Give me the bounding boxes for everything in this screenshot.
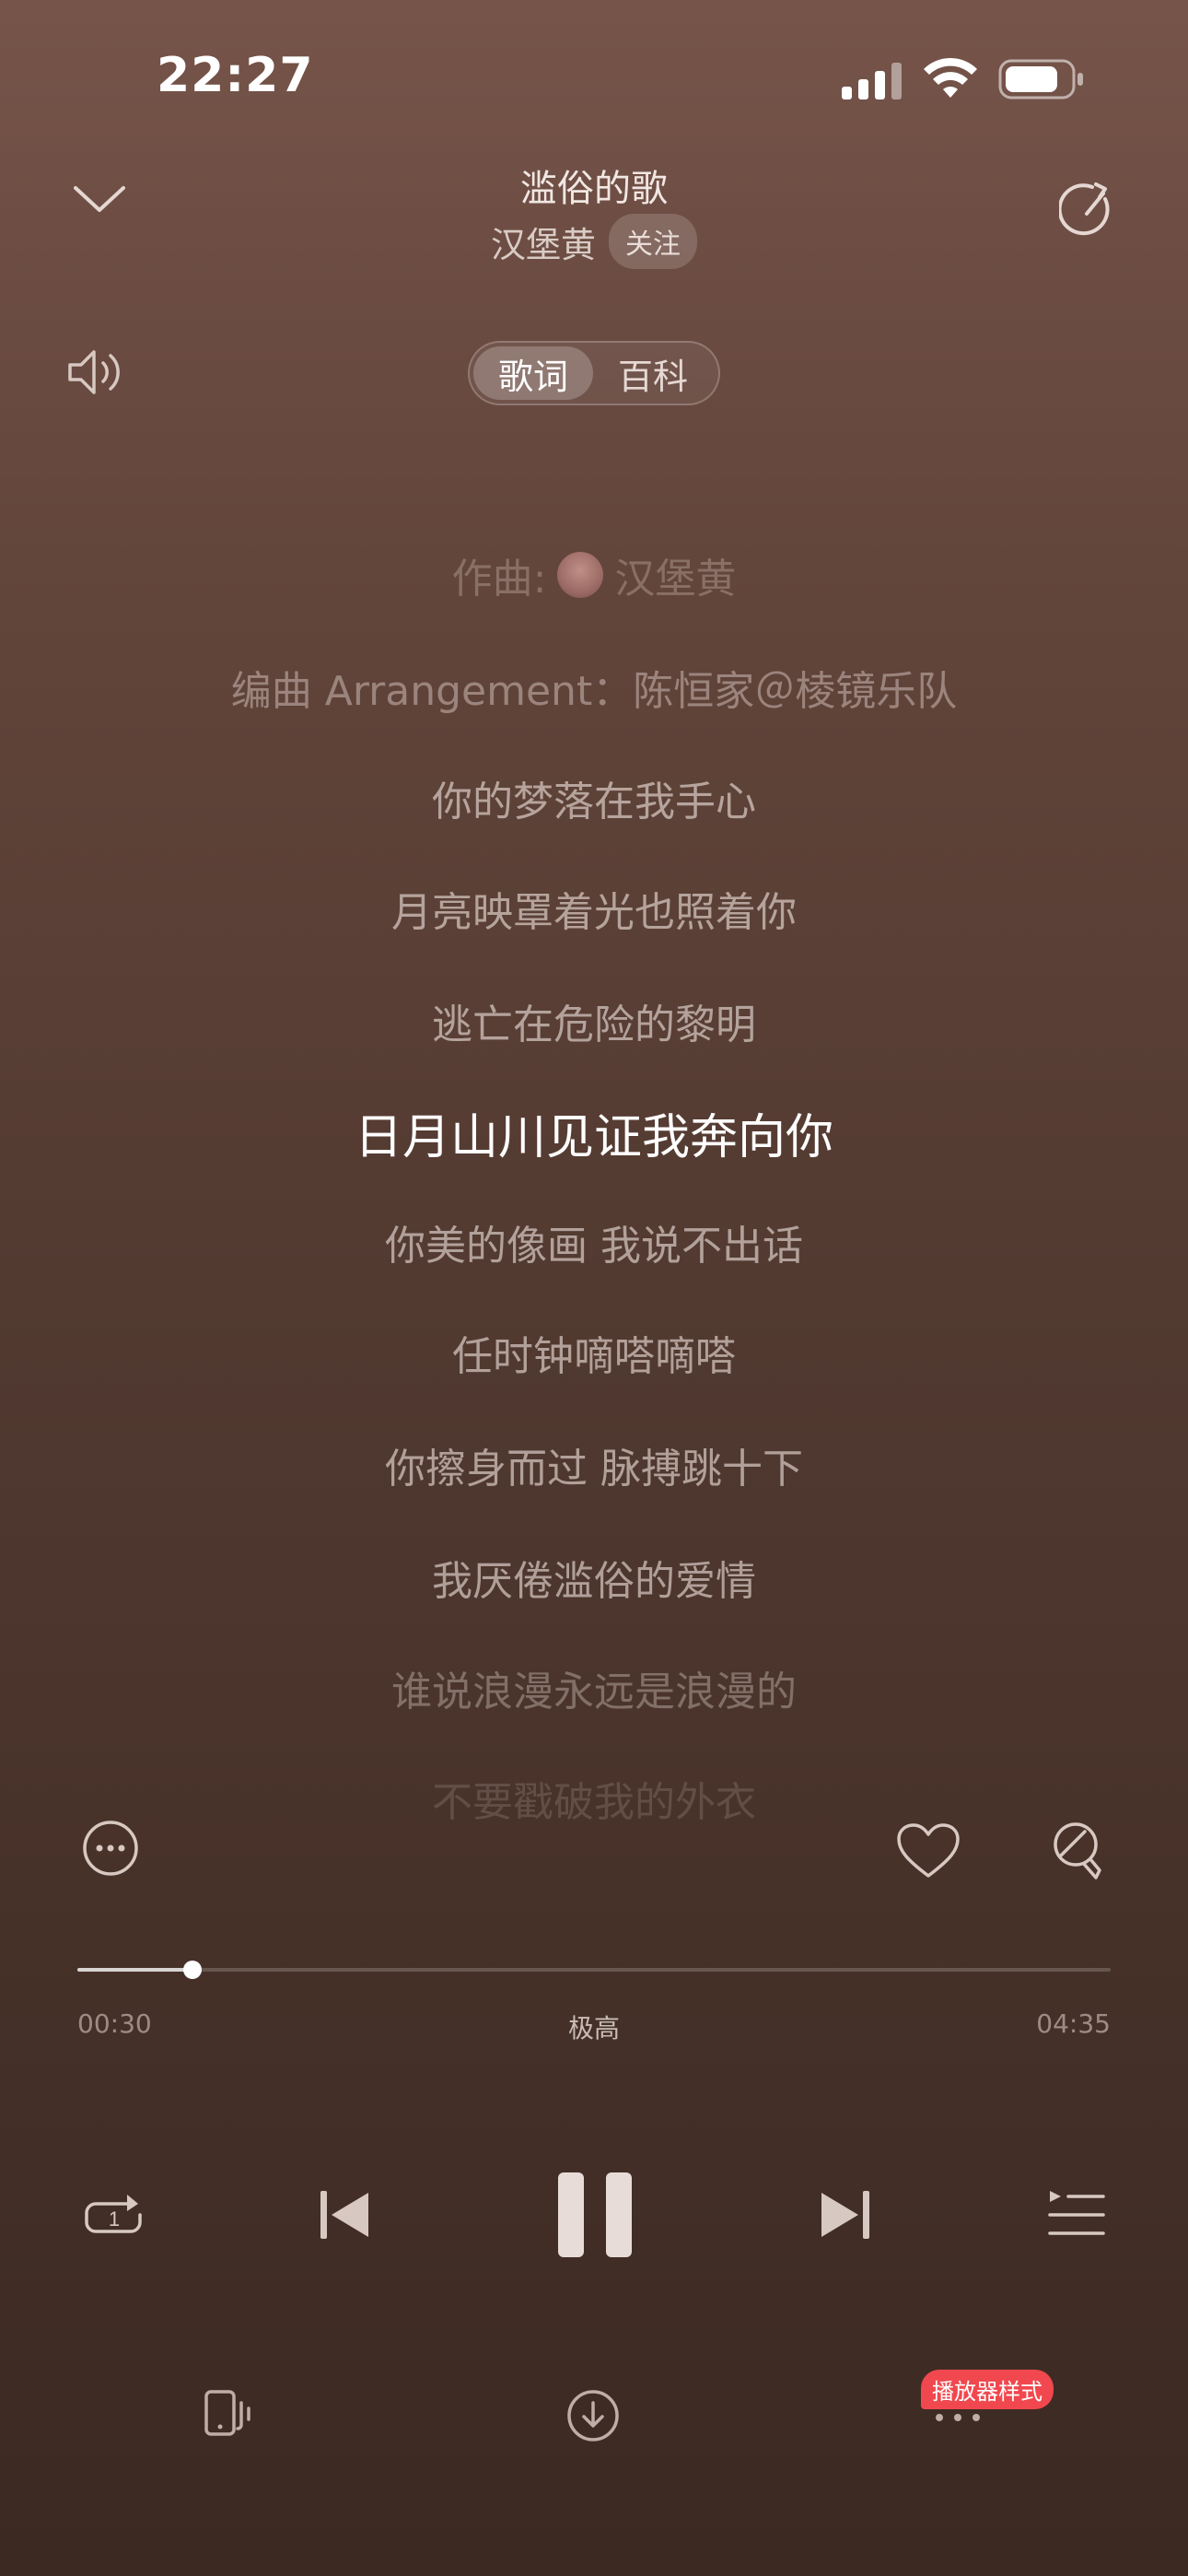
lyric-arranger-line: 编曲 Arrangement：陈恒家＠棱镜乐队 — [230, 668, 958, 715]
share-button[interactable] — [1059, 181, 1124, 245]
tab-lyrics[interactable]: 歌词 — [473, 346, 593, 400]
lyric-line[interactable]: 不要戳破我的外衣 — [0, 1769, 1188, 1828]
share-icon — [1059, 181, 1124, 240]
battery-icon — [998, 59, 1085, 100]
artist-name[interactable]: 汉堡黄 — [491, 217, 596, 267]
svg-text:1: 1 — [109, 2207, 120, 2231]
lyric-line[interactable]: 任时钟嘀嗒嘀嗒 — [0, 1323, 1188, 1382]
follow-button[interactable]: 关注 — [609, 214, 697, 269]
previous-button[interactable] — [317, 2187, 372, 2242]
volume-button[interactable] — [64, 343, 129, 407]
lyric-line[interactable]: 谁说浪漫永远是浪漫的 — [0, 1658, 1188, 1717]
more-icon — [81, 1819, 140, 1878]
wifi-icon — [923, 57, 978, 100]
previous-icon — [317, 2187, 372, 2242]
repeat-one-icon: 1 — [81, 2184, 147, 2250]
status-time: 22:27 — [157, 48, 314, 103]
audio-quality-button[interactable]: 极高 — [0, 2008, 1188, 2045]
signal-icon — [842, 63, 903, 100]
total-time: 04:35 — [1036, 2008, 1111, 2039]
composer-prefix: 作曲: — [451, 556, 547, 603]
volume-icon — [64, 343, 129, 402]
lyric-line[interactable]: 你的梦落在我手心 — [0, 768, 1188, 827]
player-style-badge[interactable]: 播放器样式 — [921, 2370, 1054, 2409]
playlist-icon — [1048, 2187, 1105, 2242]
progress-slider[interactable] — [77, 1961, 1111, 1979]
pause-button[interactable] — [556, 2171, 634, 2259]
lyric-line[interactable]: 你擦身而过 脉搏跳十下 — [0, 1435, 1188, 1494]
lyrics-encyclopedia-tabs: 歌词 百科 — [468, 341, 720, 405]
comment-icon — [1048, 1819, 1107, 1885]
lyric-line[interactable]: 月亮映罩着光也照着你 — [0, 879, 1188, 938]
composer-name[interactable]: 汉堡黄 — [614, 545, 736, 604]
download-icon — [565, 2388, 621, 2443]
playlist-button[interactable] — [1048, 2187, 1105, 2242]
lyric-line[interactable]: 你美的像画 我说不出话 — [0, 1212, 1188, 1271]
progress-knob[interactable] — [182, 1961, 202, 1979]
artist-row: 汉堡黄 关注 — [0, 214, 1188, 269]
like-button[interactable] — [895, 1822, 961, 1881]
tab-encyclopedia[interactable]: 百科 — [593, 346, 713, 400]
progress-fill — [77, 1968, 192, 1972]
download-button[interactable] — [565, 2388, 621, 2443]
comment-button[interactable] — [1048, 1819, 1107, 1885]
more-button[interactable] — [81, 1819, 140, 1878]
heart-icon — [895, 1822, 961, 1881]
device-button[interactable] — [203, 2388, 254, 2440]
lyric-line-current[interactable]: 日月山川见证我奔向你 — [0, 1098, 1188, 1167]
device-icon — [203, 2388, 254, 2440]
lyric-line[interactable]: 我厌倦滥俗的爱情 — [0, 1548, 1188, 1607]
lyric-line[interactable]: 逃亡在危险的黎明 — [0, 991, 1188, 1050]
next-icon — [818, 2187, 873, 2242]
composer-avatar[interactable] — [557, 552, 604, 598]
lyric-composer-line: 作曲: 汉堡黄 — [0, 545, 1188, 604]
song-title: 滥俗的歌 — [520, 168, 668, 210]
repeat-mode-button[interactable]: 1 — [81, 2184, 147, 2250]
next-button[interactable] — [818, 2187, 873, 2242]
pause-icon — [556, 2171, 634, 2259]
